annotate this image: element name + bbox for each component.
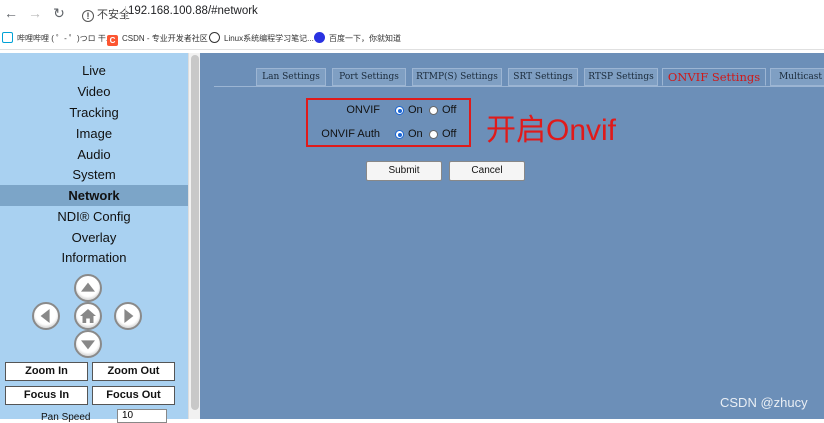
annotation-text: 开启Onvif <box>486 114 617 147</box>
menu-scrollbar-thumb[interactable] <box>191 55 199 410</box>
ptz-down-button[interactable] <box>74 330 102 358</box>
menu-item-system[interactable]: System <box>0 164 188 185</box>
menu-scrollbar[interactable] <box>188 53 200 419</box>
back-arrow-icon[interactable]: ← <box>2 4 20 22</box>
browser-toolbar: ← → ↻ ! 不安全 192.168.100.88/#network <box>0 0 824 26</box>
ptz-left-button[interactable] <box>32 302 60 330</box>
onvif-off-radio[interactable] <box>429 106 438 115</box>
menu-item-ndi-config[interactable]: NDI® Config <box>0 206 188 227</box>
tab-rtmp-settings[interactable]: RTMP(S) Settings <box>412 68 502 86</box>
url-text[interactable]: 192.168.100.88/#network <box>128 5 258 17</box>
watermark: CSDN @zhucy <box>720 395 808 410</box>
tab-srt-settings[interactable]: SRT Settings <box>508 68 578 86</box>
bookmarks-bar: 哔哩哔哩 ( ゜- ゜)つロ 干... C CSDN - 专业开发者社区 Linu… <box>0 28 824 50</box>
reload-icon[interactable]: ↻ <box>50 4 68 22</box>
onvif-on-label[interactable]: On <box>408 104 423 116</box>
tab-onvif-settings[interactable]: ONVIF Settings <box>662 68 766 86</box>
security-indicator[interactable]: ! 不安全 <box>82 6 130 22</box>
onvif-label: ONVIF <box>346 104 380 116</box>
menu-item-audio[interactable]: Audio <box>0 144 188 165</box>
menu-item-image[interactable]: Image <box>0 123 188 144</box>
globe-icon <box>209 32 220 43</box>
baidu-paw-icon <box>314 32 325 43</box>
bookmark-bilibili[interactable]: 哔哩哔哩 ( ゜- ゜)つロ 干... <box>2 32 113 46</box>
ptz-up-button[interactable] <box>74 274 102 302</box>
forward-arrow-icon[interactable]: → <box>26 4 44 22</box>
zoom-in-button[interactable]: Zoom In <box>5 362 88 381</box>
content-panel: Lan Settings Port Settings RTMP(S) Setti… <box>200 53 824 419</box>
tab-port-settings[interactable]: Port Settings <box>332 68 406 86</box>
bookmark-linux-notes[interactable]: Linux系统编程学习笔记... <box>209 32 314 46</box>
onvif-auth-off-radio[interactable] <box>429 130 438 139</box>
address-bar[interactable]: ! 不安全 192.168.100.88/#network <box>80 3 824 23</box>
pan-speed-label: Pan Speed <box>41 412 91 423</box>
focus-out-button[interactable]: Focus Out <box>92 386 175 405</box>
onvif-auth-on-radio[interactable] <box>395 130 404 139</box>
onvif-auth-label: ONVIF Auth <box>321 128 380 140</box>
menu-item-live[interactable]: Live <box>0 60 188 81</box>
pan-speed-input[interactable]: 10 <box>117 409 167 423</box>
tab-lan-settings[interactable]: Lan Settings <box>256 68 326 86</box>
tab-multicast[interactable]: Multicast <box>770 68 824 86</box>
onvif-auth-on-label[interactable]: On <box>408 128 423 140</box>
bookmark-baidu[interactable]: 百度一下，你就知道 <box>314 32 401 46</box>
onvif-off-label[interactable]: Off <box>442 104 456 116</box>
menu-item-information[interactable]: Information <box>0 247 188 268</box>
bookmark-csdn[interactable]: C CSDN - 专业开发者社区 <box>107 32 208 46</box>
cancel-button[interactable]: Cancel <box>449 161 525 181</box>
onvif-on-radio[interactable] <box>395 106 404 115</box>
home-icon <box>80 309 96 323</box>
ptz-home-button[interactable] <box>74 302 102 330</box>
menu-item-overlay[interactable]: Overlay <box>0 227 188 248</box>
menu-item-tracking[interactable]: Tracking <box>0 102 188 123</box>
onvif-auth-off-label[interactable]: Off <box>442 128 456 140</box>
zoom-out-button[interactable]: Zoom Out <box>92 362 175 381</box>
ptz-right-button[interactable] <box>114 302 142 330</box>
warning-icon: ! <box>82 10 94 22</box>
menu-item-network[interactable]: Network <box>0 185 188 206</box>
address-divider <box>125 6 126 20</box>
bilibili-icon <box>2 32 13 43</box>
menu-item-video[interactable]: Video <box>0 81 188 102</box>
tab-rtsp-settings[interactable]: RTSP Settings <box>584 68 658 86</box>
submit-button[interactable]: Submit <box>366 161 442 181</box>
focus-in-button[interactable]: Focus In <box>5 386 88 405</box>
tab-divider <box>214 86 824 87</box>
csdn-icon: C <box>107 35 118 46</box>
